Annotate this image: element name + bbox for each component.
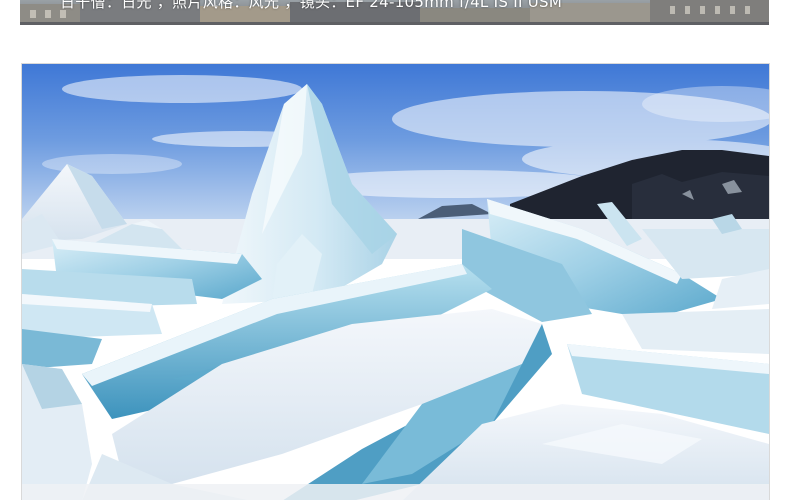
main-photo	[21, 63, 770, 500]
photo-caption: 日干僧：日光 ，照片风格：风光 ，镜头：EF 24-105mm f/4L IS …	[60, 0, 563, 11]
ice-hummocks-photo	[22, 64, 769, 500]
previous-photo: 日干僧：日光 ，照片风格：风光 ，镜头：EF 24-105mm f/4L IS …	[20, 0, 769, 25]
page: 日干僧：日光 ，照片风格：风光 ，镜头：EF 24-105mm f/4L IS …	[0, 0, 790, 500]
